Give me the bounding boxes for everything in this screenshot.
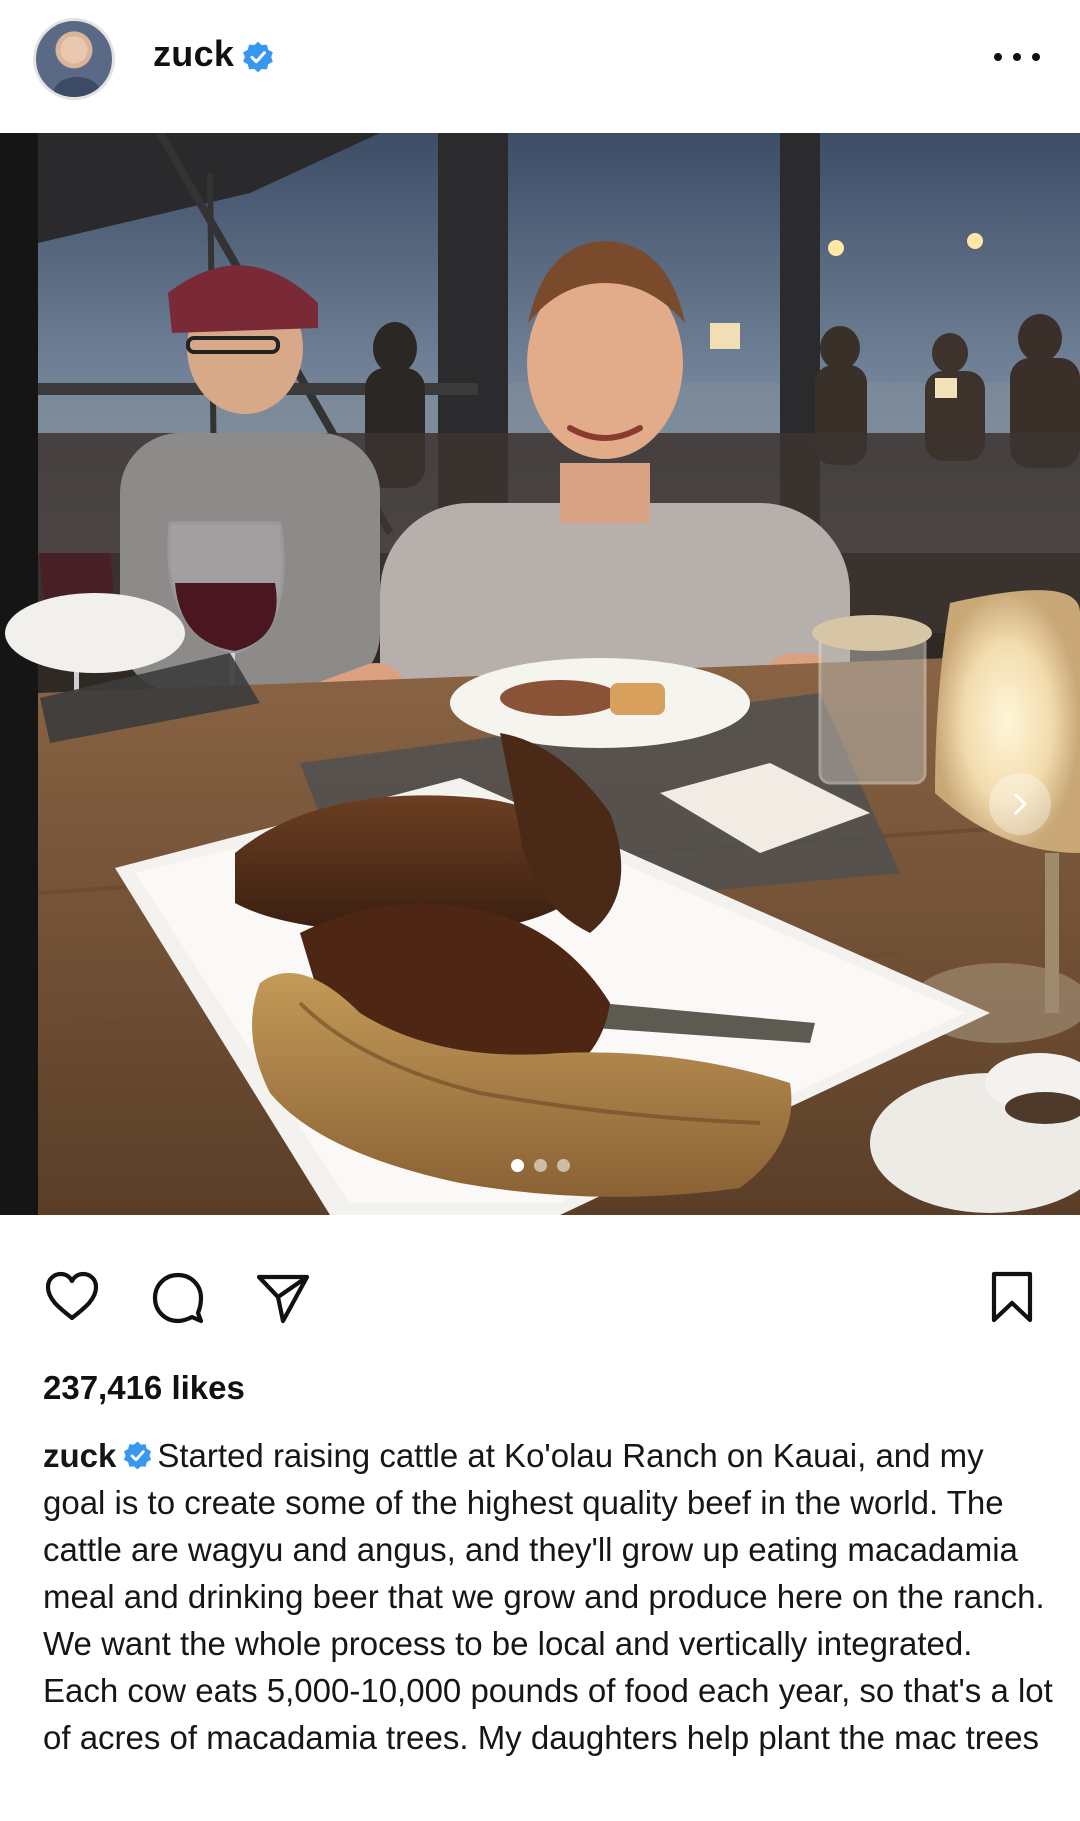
chevron-right-icon bbox=[1014, 793, 1027, 815]
verified-badge-icon bbox=[124, 1441, 152, 1470]
more-dot-icon bbox=[1032, 53, 1040, 61]
carousel-next-button[interactable] bbox=[989, 773, 1051, 835]
avatar[interactable] bbox=[33, 18, 115, 100]
username[interactable]: zuck bbox=[153, 33, 234, 75]
bookmark-icon[interactable] bbox=[982, 1267, 1042, 1327]
carousel-dot-active bbox=[510, 1159, 524, 1172]
post-photo[interactable] bbox=[0, 133, 1080, 1215]
post-header: zuck bbox=[0, 0, 1080, 133]
post-action-bar bbox=[0, 1255, 1080, 1335]
carousel-dot bbox=[533, 1159, 547, 1172]
caption-text: Started raising cattle at Ko'olau Ranch … bbox=[43, 1437, 1053, 1756]
more-dot-icon bbox=[994, 53, 1002, 61]
carousel-indicator bbox=[0, 1159, 1080, 1172]
carousel-dot bbox=[556, 1159, 570, 1172]
comment-icon[interactable] bbox=[148, 1267, 208, 1327]
like-count[interactable]: 237,416 likes bbox=[43, 1369, 245, 1407]
post-caption: zuck Started raising cattle at Ko'olau R… bbox=[43, 1432, 1053, 1761]
more-dot-icon bbox=[1013, 53, 1021, 61]
post-photo-illustration bbox=[0, 133, 1080, 1215]
verified-badge-icon bbox=[243, 41, 273, 73]
heart-icon[interactable] bbox=[42, 1267, 102, 1327]
more-options-icon[interactable] bbox=[994, 50, 1040, 64]
caption-username[interactable]: zuck bbox=[43, 1437, 116, 1474]
send-icon[interactable] bbox=[253, 1267, 313, 1327]
